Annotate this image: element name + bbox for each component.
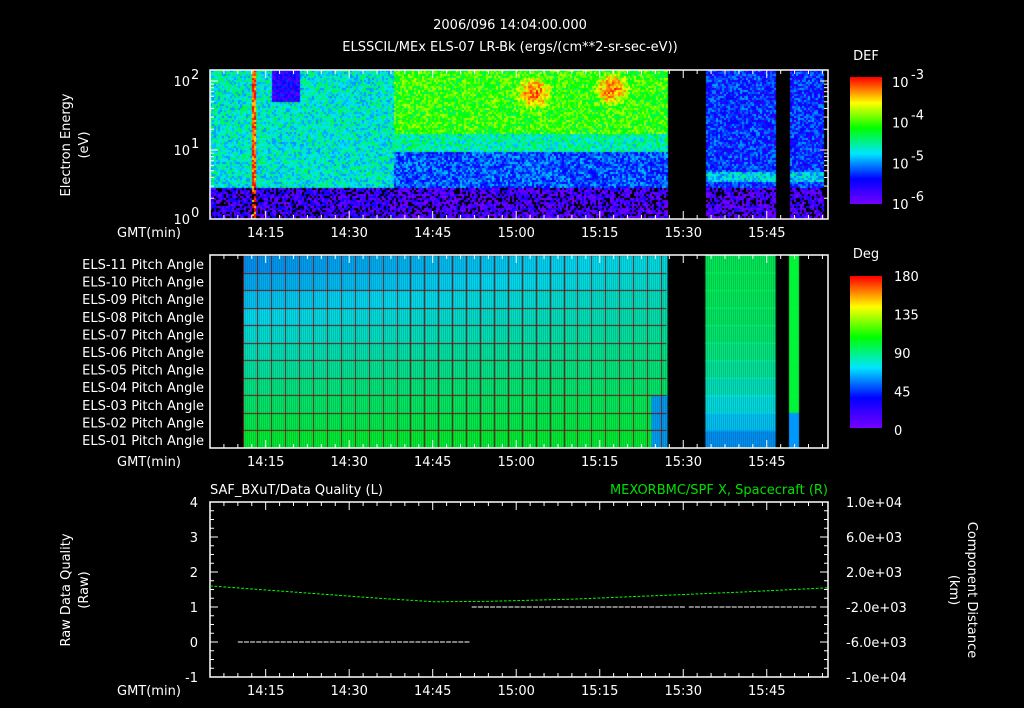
- time-tick-label: 15:30: [665, 226, 702, 241]
- pitch-angle-frame: [209, 254, 829, 449]
- time-tick-label: 14:15: [247, 226, 284, 241]
- distance-tick-label: 6.0e+03: [846, 531, 902, 546]
- time-tick-label: 15:00: [497, 684, 534, 699]
- time-tick-label: 14:30: [330, 455, 367, 470]
- pitch-row-label: ELS-05 Pitch Angle: [82, 364, 204, 379]
- time-tick-label: 15:30: [665, 455, 702, 470]
- quality-tick-label: 4: [190, 496, 198, 511]
- def-colorbar-tick: 10: [892, 198, 909, 213]
- distance-tick-label: 2.0e+03: [846, 566, 902, 581]
- time-tick-label: 15:45: [748, 684, 785, 699]
- energy-tick-label: 10: [173, 75, 190, 90]
- pitch-row-label: ELS-11 Pitch Angle: [82, 258, 204, 273]
- bottom-left-title: SAF_BXuT/Data Quality (L): [210, 483, 383, 498]
- distance-tick-label: 1.0e+04: [846, 496, 902, 511]
- time-tick-label: 14:30: [330, 226, 367, 241]
- time-tick-label: 15:00: [497, 226, 534, 241]
- bottom-right-title: MEXORBMC/SPF X, Spacecraft (R): [610, 483, 828, 498]
- energy-tick-exp: 1: [191, 137, 199, 152]
- time-tick-label: 15:15: [581, 226, 618, 241]
- pitch-row-label: ELS-02 Pitch Angle: [82, 416, 204, 431]
- header-title: ELSSCIL/MEx ELS-07 LR-Bk (ergs/(cm**2-sr…: [342, 40, 677, 55]
- distance-tick-label: -2.0e+03: [846, 601, 907, 616]
- time-tick-label: 14:45: [414, 226, 451, 241]
- time-tick-label: 14:30: [330, 684, 367, 699]
- energy-tick-label: 10: [173, 213, 190, 228]
- def-colorbar-tick-exp: -3: [911, 68, 924, 83]
- pitch-colorbar-tick: 0: [894, 424, 902, 439]
- time-axis-label: GMT(min): [117, 226, 181, 241]
- def-colorbar-tick: 10: [892, 157, 909, 172]
- time-tick-label: 14:15: [247, 455, 284, 470]
- time-tick-label: 15:15: [581, 455, 618, 470]
- time-tick-label: 14:45: [414, 684, 451, 699]
- quality-tick-label: -1: [185, 671, 198, 686]
- spectrogram-ylabel: Electron Energy: [59, 93, 74, 196]
- pitch-row-label: ELS-08 Pitch Angle: [82, 311, 204, 326]
- pitch-row-label: ELS-04 Pitch Angle: [82, 381, 204, 396]
- time-tick-label: 14:15: [247, 684, 284, 699]
- energy-tick-label: 10: [173, 144, 190, 159]
- time-tick-label: 15:30: [665, 684, 702, 699]
- pitch-colorbar-tick: 45: [894, 386, 911, 401]
- time-axis-label: GMT(min): [117, 455, 181, 470]
- quality-tick-label: 3: [190, 531, 198, 546]
- time-tick-label: 15:45: [748, 226, 785, 241]
- pitch-row-label: ELS-06 Pitch Angle: [82, 346, 204, 361]
- distance-ylabel: Component Distance: [964, 522, 979, 658]
- pitch-row-label: ELS-07 Pitch Angle: [82, 328, 204, 343]
- def-colorbar-tick-exp: -5: [911, 149, 924, 164]
- distance-tick-label: -6.0e+03: [846, 636, 907, 651]
- pitch-colorbar-title: Deg: [853, 247, 879, 262]
- plot-window: 2006/096 14:04:00.000 ELSSCIL/MEx ELS-07…: [0, 0, 1024, 708]
- def-colorbar-tick-exp: -6: [911, 190, 924, 205]
- quality-tick-label: 2: [190, 566, 198, 581]
- energy-tick-exp: 2: [191, 68, 199, 83]
- time-axis-label: GMT(min): [117, 684, 181, 699]
- spectrogram-frame: [209, 69, 829, 220]
- energy-tick-exp: 0: [191, 206, 199, 221]
- time-tick-label: 15:45: [748, 455, 785, 470]
- header-date-time: 2006/096 14:04:00.000: [433, 18, 587, 33]
- pitch-row-label: ELS-09 Pitch Angle: [82, 293, 204, 308]
- quality-ylabel: Raw Data Quality: [59, 533, 74, 646]
- distance-tick-label: -1.0e+04: [846, 671, 907, 686]
- pitch-row-label: ELS-10 Pitch Angle: [82, 276, 204, 291]
- distance-yunit: (km): [946, 575, 961, 605]
- pitch-row-label: ELS-01 Pitch Angle: [82, 434, 204, 449]
- pitch-colorbar-tick: 180: [894, 270, 919, 285]
- def-colorbar-tick: 10: [892, 117, 909, 132]
- pitch-row-label: ELS-03 Pitch Angle: [82, 399, 204, 414]
- quality-tick-label: 1: [190, 601, 198, 616]
- def-colorbar-tick: 10: [892, 76, 909, 91]
- quality-frame: [209, 501, 829, 678]
- pitch-colorbar-tick: 90: [894, 347, 911, 362]
- time-tick-label: 14:45: [414, 455, 451, 470]
- time-tick-label: 15:15: [581, 684, 618, 699]
- def-colorbar-title: DEF: [853, 49, 879, 64]
- quality-yunit: (Raw): [77, 571, 92, 609]
- spectrogram-yunit: (eV): [77, 131, 92, 158]
- quality-tick-label: 0: [190, 636, 198, 651]
- pitch-colorbar-tick: 135: [894, 309, 919, 324]
- plot-axes: 2006/096 14:04:00.000 ELSSCIL/MEx ELS-07…: [59, 18, 979, 699]
- time-tick-label: 15:00: [497, 455, 534, 470]
- def-colorbar-tick-exp: -4: [911, 109, 924, 124]
